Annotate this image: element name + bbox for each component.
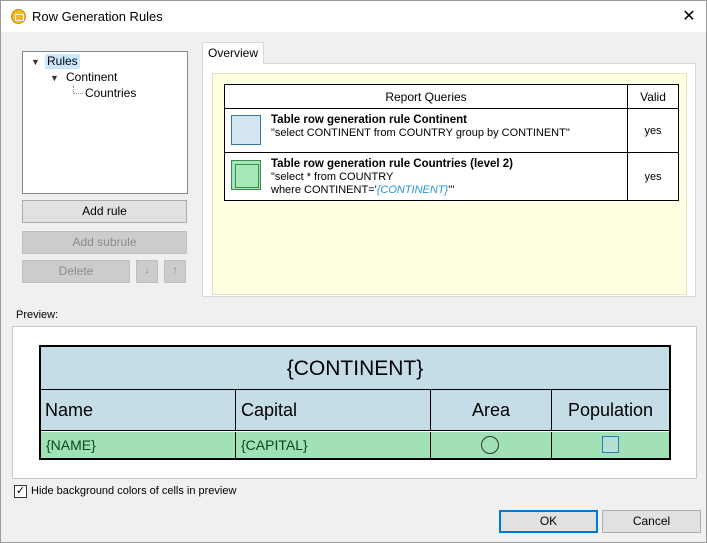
move-down-button[interactable]: ↓ — [136, 260, 158, 283]
close-button[interactable]: ✕ — [674, 2, 704, 30]
hide-bg-checkbox[interactable]: ✓ — [14, 485, 27, 498]
move-up-button[interactable]: ↑ — [164, 260, 186, 283]
header-valid: Valid — [627, 84, 679, 109]
column-header-capital: Capital — [236, 390, 431, 431]
cancel-button[interactable]: Cancel — [602, 510, 701, 533]
valid-cell: yes — [627, 108, 679, 153]
cell-name: {NAME} — [41, 432, 236, 458]
title-bar: Row Generation Rules ✕ — [1, 1, 706, 32]
add-rule-button[interactable]: Add rule — [22, 200, 187, 223]
rule-title: Table row generation rule Continent — [271, 114, 467, 126]
rule-color-swatch — [231, 115, 261, 145]
tree-node-continent[interactable]: Continent — [66, 70, 117, 85]
rule-query-condition: where CONTINENT='{CONTINENT}'" — [271, 184, 513, 197]
tree-connector — [73, 86, 83, 94]
cell-area — [431, 432, 552, 458]
rule-query: "select CONTINENT from COUNTRY group by … — [271, 127, 570, 139]
rule-color-swatch — [231, 160, 261, 190]
tree-node-rules[interactable]: Rules — [45, 54, 80, 69]
query-text: Table row generation rule Continent "sel… — [271, 114, 570, 140]
table-row[interactable]: Table row generation rule Countries (lev… — [224, 152, 679, 201]
collapse-continent-icon[interactable]: ▼ — [50, 73, 59, 83]
window-title: Row Generation Rules — [32, 9, 163, 24]
tree-node-countries[interactable]: Countries — [85, 86, 136, 101]
overview-panel: Report Queries Valid Table row generatio… — [202, 63, 696, 297]
column-header-area: Area — [431, 390, 552, 431]
condition-suffix: '" — [448, 184, 455, 196]
column-header-name: Name — [41, 390, 236, 431]
preview-label: Preview: — [16, 309, 59, 321]
query-cell: Table row generation rule Continent "sel… — [224, 108, 628, 153]
condition-variable: {CONTINENT} — [376, 184, 449, 196]
collapse-rules-icon[interactable]: ▼ — [31, 57, 40, 67]
valid-cell: yes — [627, 152, 679, 201]
query-text: Table row generation rule Countries (lev… — [271, 158, 513, 197]
circle-icon — [481, 436, 499, 454]
rule-query: "select * from COUNTRY — [271, 171, 394, 183]
rule-title: Table row generation rule Countries (lev… — [271, 158, 513, 170]
delete-button[interactable]: Delete — [22, 260, 130, 283]
column-header-population: Population — [552, 390, 669, 431]
preview-area: {CONTINENT} Name Capital Area Population… — [12, 326, 697, 479]
tab-overview[interactable]: Overview — [202, 42, 264, 64]
header-report-queries: Report Queries — [224, 84, 628, 109]
query-cell: Table row generation rule Countries (lev… — [224, 152, 628, 201]
add-subrule-button[interactable]: Add subrule — [22, 231, 187, 254]
hide-bg-label[interactable]: Hide background colors of cells in previ… — [31, 485, 236, 497]
ok-button[interactable]: OK — [499, 510, 598, 533]
report-queries-table: Report Queries Valid Table row generatio… — [224, 84, 679, 201]
table-row[interactable]: Table row generation rule Continent "sel… — [224, 108, 679, 153]
dialog-window: Row Generation Rules ✕ ▼ Rules ▼ Contine… — [0, 0, 707, 543]
cell-population — [552, 432, 669, 458]
cell-capital: {CAPITAL} — [236, 432, 431, 458]
app-icon — [11, 9, 26, 24]
preview-table: {CONTINENT} Name Capital Area Population… — [39, 345, 671, 460]
overview-area: Report Queries Valid Table row generatio… — [212, 73, 687, 295]
rules-tree[interactable]: ▼ Rules ▼ Continent Countries — [22, 51, 188, 194]
square-icon — [602, 436, 619, 453]
preview-heading: {CONTINENT} — [41, 347, 669, 390]
condition-prefix: where CONTINENT=' — [271, 184, 377, 196]
